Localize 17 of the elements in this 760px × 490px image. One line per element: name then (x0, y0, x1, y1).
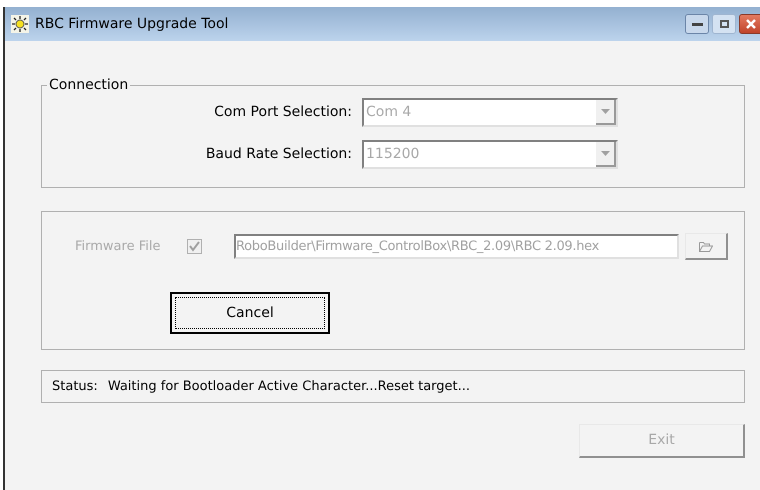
browse-button[interactable] (685, 233, 728, 260)
window-title: RBC Firmware Upgrade Tool (35, 14, 228, 34)
folder-icon (699, 240, 713, 252)
maximize-button[interactable] (712, 14, 736, 34)
caret-icon (600, 151, 610, 156)
sun-icon (11, 15, 29, 33)
field-label: Com Port Selection: (213, 103, 353, 122)
close-button[interactable] (739, 14, 760, 34)
cancel-button[interactable]: Cancel (170, 292, 330, 334)
check-icon (189, 241, 200, 252)
caret-icon (600, 109, 610, 114)
field-label: Baud Rate Selection: (204, 145, 353, 164)
minimize-button[interactable] (685, 14, 709, 34)
status-text: Waiting for Bootloader Active Character...Reset target... (108, 378, 470, 396)
field-label: Firmware File (75, 238, 162, 256)
status-label: Status: (52, 378, 98, 396)
close-icon (746, 19, 756, 29)
